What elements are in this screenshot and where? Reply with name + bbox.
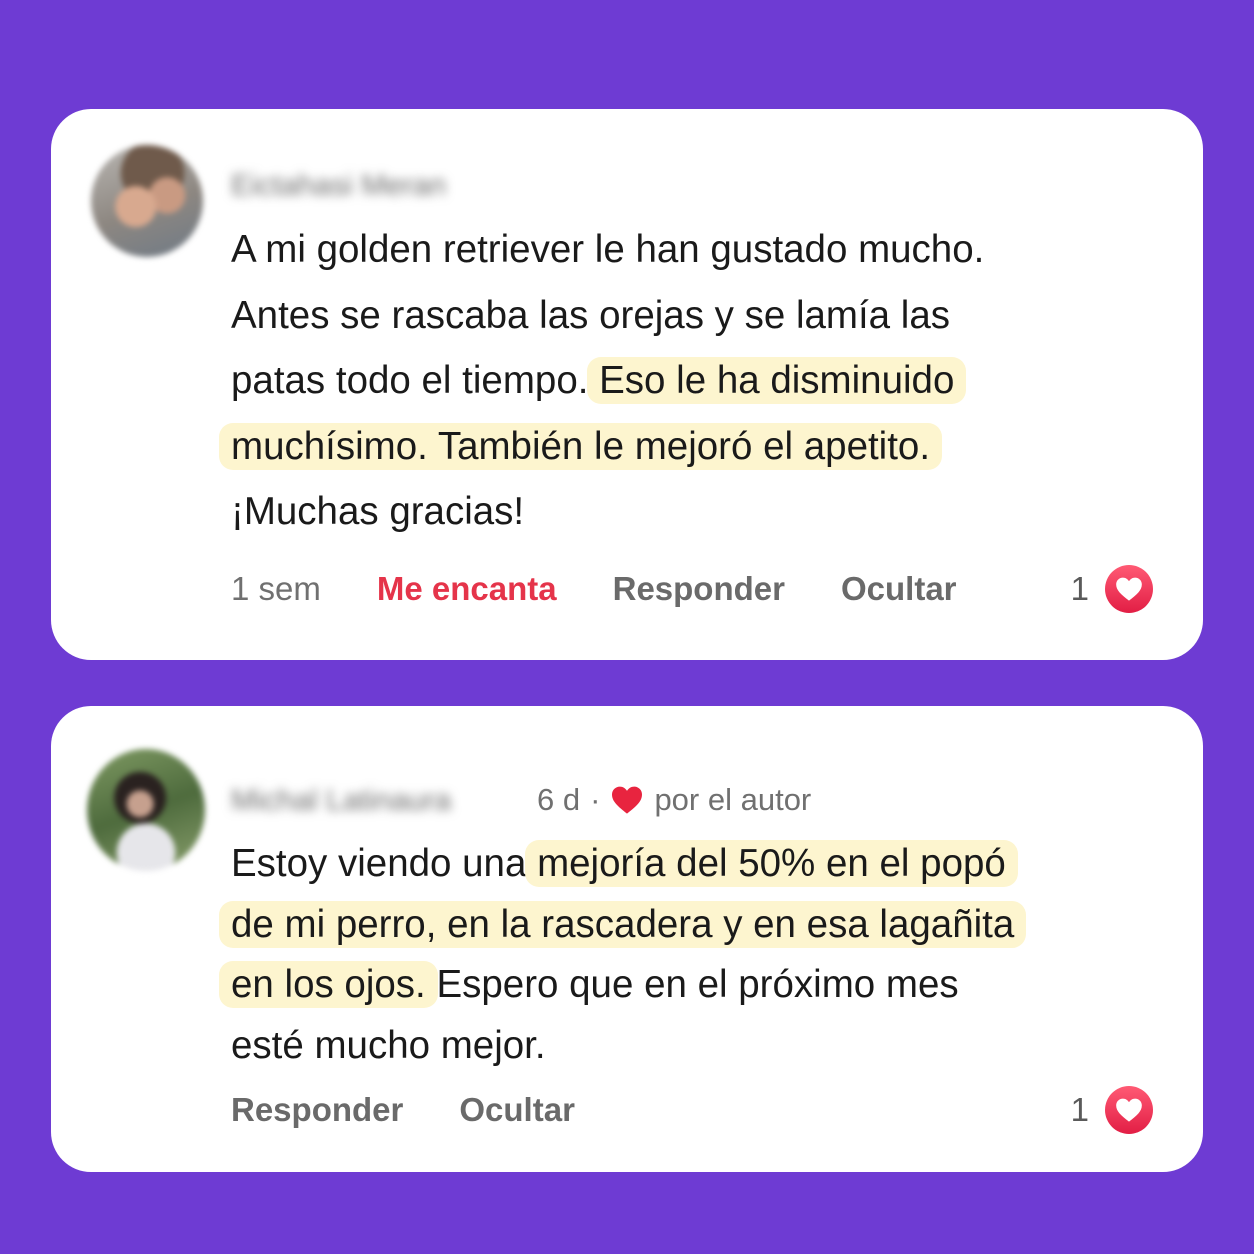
comment-meta: 6 d · por el autor	[537, 782, 811, 818]
highlighted-text: mejoría del 50% en el popó	[525, 840, 1018, 887]
comment-text-segment: ¡Muchas gracias!	[231, 490, 525, 533]
loved-by-author-label: por el autor	[654, 782, 812, 817]
highlighted-text: en los ojos.	[219, 961, 438, 1008]
avatar[interactable]	[87, 749, 205, 871]
reply-button[interactable]: Responder	[231, 1091, 403, 1129]
comment-text-segment: Estoy viendo una	[231, 842, 538, 885]
comment-card-2: Michal Latinaura 6 d · por el autor Esto…	[51, 706, 1203, 1172]
highlighted-text: muchísimo. También le mejoró el apetito.	[219, 422, 943, 470]
comment-actions: 1 sem Me encanta Responder Ocultar 1	[231, 565, 1153, 613]
comment-time[interactable]: 6 d	[537, 782, 580, 818]
comment-text-segment: esté mucho mejor.	[231, 1023, 546, 1067]
comment-text-segment: Antes se rascaba las orejas y se lamía l…	[231, 293, 950, 337]
comment-line: en los ojos. Espero que en el próximo me…	[219, 955, 1014, 1016]
hide-button[interactable]: Ocultar	[841, 570, 957, 608]
reaction-count[interactable]: 1	[1071, 570, 1089, 608]
highlighted-text: de mi perro, en la rascadera y en esa la…	[219, 900, 1027, 948]
comment-text: Estoy viendo una mejoría del 50% en el p…	[219, 834, 1027, 1077]
heart-icon	[612, 786, 643, 814]
reply-button[interactable]: Responder	[613, 570, 785, 608]
comment-text: A mi golden retriever le han gustado muc…	[219, 217, 984, 545]
comment-line: de mi perro, en la rascadera y en esa la…	[219, 895, 1027, 956]
comment-line: Antes se rascaba las orejas y se lamía l…	[231, 283, 984, 349]
heart-icon[interactable]	[1105, 1086, 1153, 1134]
comment-text-segment: patas todo el tiempo.	[231, 359, 600, 402]
comment-card-1: Eictahasi Meran A mi golden retriever le…	[51, 109, 1203, 660]
avatar[interactable]	[91, 145, 203, 257]
comment-line: muchísimo. También le mejoró el apetito.	[219, 414, 984, 480]
love-button[interactable]: Me encanta	[377, 570, 557, 608]
comment-line: Estoy viendo una mejoría del 50% en el p…	[231, 834, 1018, 895]
comment-actions: Responder Ocultar 1	[231, 1086, 1153, 1134]
comment-text-segment: Espero que en el próximo mes	[425, 963, 959, 1006]
comment-line: ¡Muchas gracias!	[231, 479, 984, 545]
meta-separator: ·	[590, 782, 601, 817]
comment-line: A mi golden retriever le han gustado muc…	[231, 217, 984, 283]
heart-icon[interactable]	[1105, 565, 1153, 613]
highlighted-text: Eso le ha disminuido	[587, 357, 967, 404]
comment-line: patas todo el tiempo. Eso le ha disminui…	[231, 348, 984, 414]
comment-text-segment: A mi golden retriever le han gustado muc…	[231, 228, 985, 271]
hide-button[interactable]: Ocultar	[459, 1091, 575, 1129]
comment-time[interactable]: 1 sem	[231, 570, 321, 608]
author-name[interactable]: Eictahasi Meran	[231, 169, 446, 203]
author-name[interactable]: Michal Latinaura	[231, 784, 451, 818]
reaction-count[interactable]: 1	[1071, 1091, 1089, 1129]
comment-line: esté mucho mejor.	[231, 1016, 1014, 1077]
